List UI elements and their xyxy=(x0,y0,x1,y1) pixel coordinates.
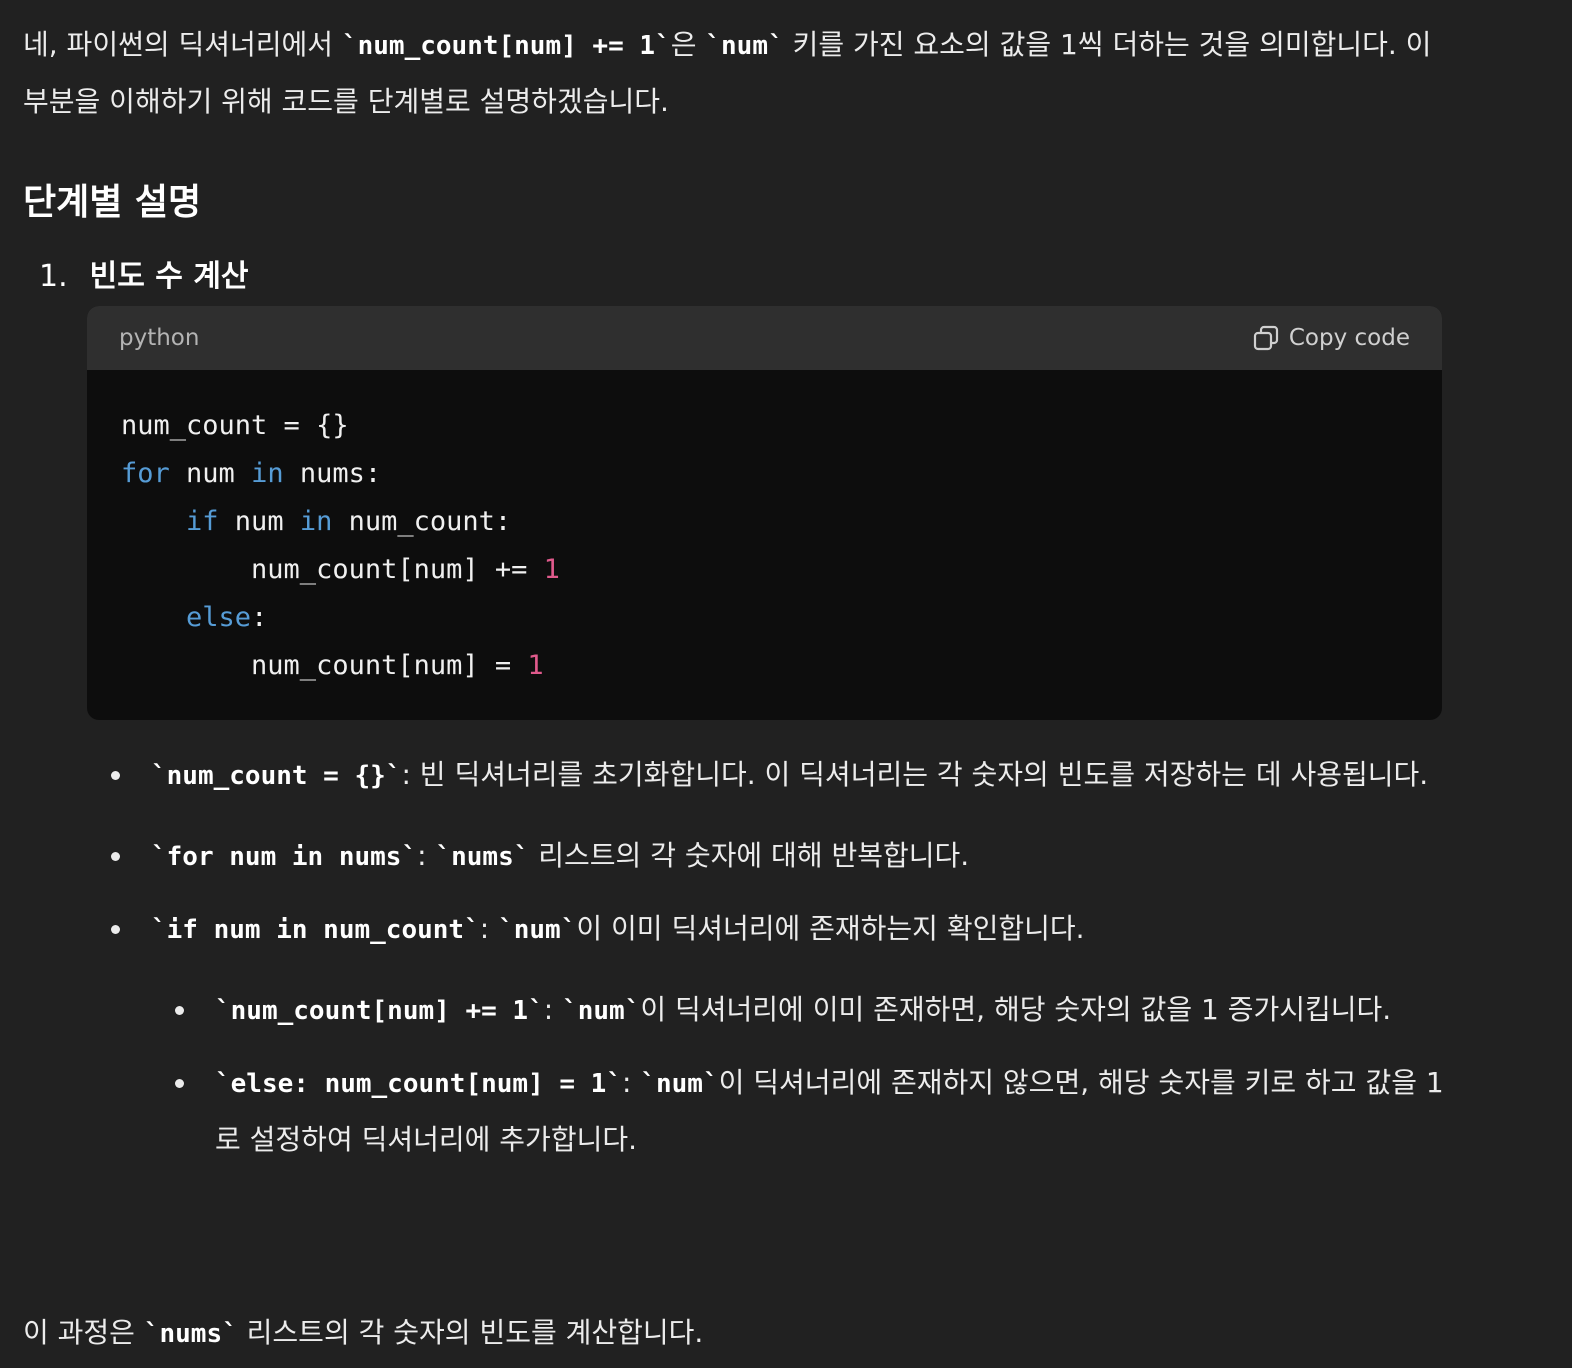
code-keyword: else xyxy=(186,602,252,633)
list-item-text: 이 이미 딕셔너리에 존재하는지 확인합니다. xyxy=(576,912,1085,945)
inline-code: `nums` xyxy=(143,1319,238,1349)
code-keyword: for xyxy=(121,458,170,489)
code-text: num_count = {} xyxy=(121,410,349,441)
code-text: num_count[num] += xyxy=(121,554,544,585)
inline-code: `for num in nums` xyxy=(151,842,418,872)
intro-text: 네, 파이썬의 딕셔너리에서 xyxy=(23,28,342,61)
code-line: else: xyxy=(121,602,267,633)
sub-list-item: `else: num_count[num] = 1`: `num`이 딕셔너리에… xyxy=(23,1055,1453,1168)
step-title: 1. 빈도 수 계산 xyxy=(39,249,249,305)
closing-text: 이 과정은 xyxy=(23,1316,144,1349)
inline-code: `num` xyxy=(562,996,641,1026)
code-number: 1 xyxy=(543,554,560,585)
inline-code: `else: num_count[num] = 1` xyxy=(215,1069,622,1099)
inline-code: `num` xyxy=(640,1069,719,1099)
code-line: if num in num_count: xyxy=(121,506,511,537)
section-heading: 단계별 설명 xyxy=(23,182,202,223)
list-item: `for num in nums`: `nums` 리스트의 각 숫자에 대해 … xyxy=(23,828,1453,885)
code-text: nums: xyxy=(283,458,382,489)
code-text: num xyxy=(169,458,252,489)
list-item: `num_count = {}`: 빈 딕셔너리를 초기화합니다. 이 딕셔너리… xyxy=(23,747,1453,804)
list-item-text: : xyxy=(417,839,436,872)
code-line: for num in nums: xyxy=(121,458,381,489)
inline-code: `nums` xyxy=(435,842,530,872)
code-text: num_count[num] = xyxy=(121,650,528,681)
copy-code-label: Copy code xyxy=(1288,325,1410,351)
code-block-header: python Copy code xyxy=(87,306,1442,370)
inline-code: `num` xyxy=(705,31,784,61)
list-item-text: : xyxy=(622,1066,641,1099)
code-number: 1 xyxy=(527,650,544,681)
step-number: 1. xyxy=(39,259,68,294)
list-item-text: : xyxy=(543,993,563,1026)
copy-icon xyxy=(1253,325,1279,351)
intro-paragraph: 네, 파이썬의 딕셔너리에서 `num_count[num] += 1`은 `n… xyxy=(23,17,1453,130)
inline-code: `num` xyxy=(498,915,577,945)
copy-code-button[interactable]: Copy code xyxy=(1253,310,1410,366)
closing-paragraph: 이 과정은 `nums` 리스트의 각 숫자의 빈도를 계산합니다. xyxy=(23,1305,703,1362)
inline-code: `num_count[num] += 1` xyxy=(341,31,671,61)
inline-code: `num_count[num] += 1` xyxy=(215,996,544,1026)
list-item-text: : 빈 딕셔너리를 초기화합니다. 이 딕셔너리는 각 숫자의 빈도를 저장하는… xyxy=(401,758,1429,791)
code-keyword: if xyxy=(186,506,219,537)
explanation-list: `num_count = {}`: 빈 딕셔너리를 초기화합니다. 이 딕셔너리… xyxy=(23,747,1453,1184)
code-content: num_count = {} for num in nums: if num i… xyxy=(87,370,1442,720)
list-item-text: 리스트의 각 숫자에 대해 반복합니다. xyxy=(529,839,970,872)
list-item-text: 이 딕셔너리에 이미 존재하면, 해당 숫자의 값을 1 증가시킵니다. xyxy=(640,993,1392,1026)
intro-text: 은 xyxy=(670,28,706,61)
code-keyword: in xyxy=(299,506,333,537)
code-text: num_count: xyxy=(332,506,512,537)
step-title-text: 빈도 수 계산 xyxy=(89,259,249,294)
sub-list-item: `num_count[num] += 1`: `num`이 딕셔너리에 이미 존… xyxy=(23,982,1453,1039)
code-block: python Copy code num_count = {} for num … xyxy=(87,306,1442,720)
code-text: num xyxy=(218,506,300,537)
code-text: : xyxy=(251,602,268,633)
list-item-text: : xyxy=(479,912,499,945)
inline-code: `if num in num_count` xyxy=(151,915,480,945)
inline-code: `num_count = {}` xyxy=(151,761,402,791)
code-language-label: python xyxy=(119,325,200,351)
code-line: num_count[num] += 1 xyxy=(121,554,560,585)
code-keyword: in xyxy=(251,458,284,489)
list-item: `if num in num_count`: `num`이 이미 딕셔너리에 존… xyxy=(23,901,1453,958)
message-content: 네, 파이썬의 딕셔너리에서 `num_count[num] += 1`은 `n… xyxy=(23,17,1453,1349)
closing-text: 리스트의 각 숫자의 빈도를 계산합니다. xyxy=(237,1316,704,1349)
code-line: num_count = {} xyxy=(121,410,349,441)
code-line: num_count[num] = 1 xyxy=(121,650,544,681)
